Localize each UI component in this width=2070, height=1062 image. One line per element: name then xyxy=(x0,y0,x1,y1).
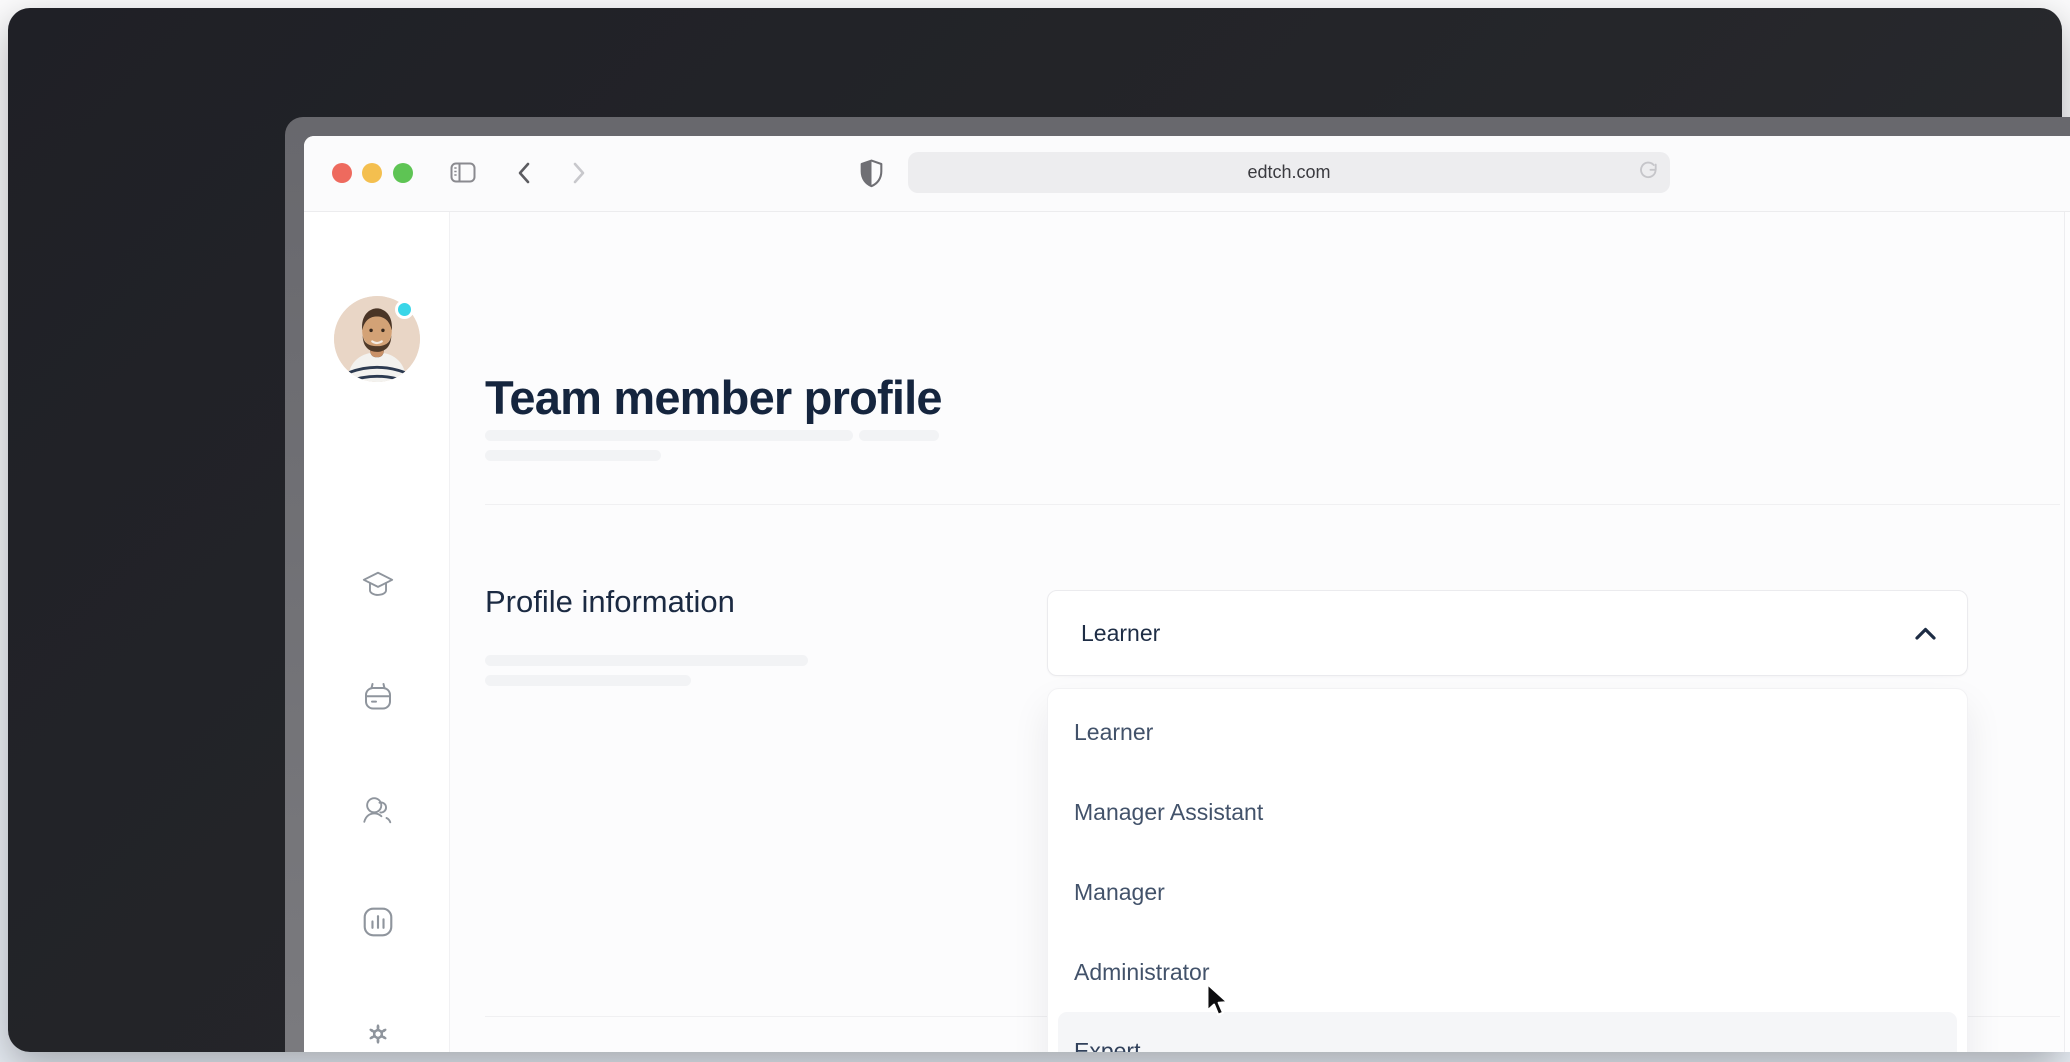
zoom-window-button[interactable] xyxy=(393,163,413,183)
privacy-shield-icon[interactable] xyxy=(858,158,885,189)
sidebar-toggle-icon[interactable] xyxy=(449,161,477,185)
role-option-expert[interactable]: Expert xyxy=(1058,1012,1957,1052)
page-title: Team member profile xyxy=(485,371,942,424)
role-option-manager[interactable]: Manager xyxy=(1048,852,1967,932)
url-address-bar[interactable]: edtch.com xyxy=(908,152,1670,193)
role-dropdown-menu: Learner Manager Assistant Manager Admini… xyxy=(1047,688,1968,1052)
sidebar-item-education-icon[interactable] xyxy=(361,568,395,602)
browser-window: edtch.com Team member profile Profile in… xyxy=(285,117,2070,1052)
skeleton-bar xyxy=(485,675,691,686)
url-text: edtch.com xyxy=(1247,162,1331,182)
back-button-icon[interactable] xyxy=(512,160,538,186)
reload-icon[interactable] xyxy=(1636,160,1661,185)
sidebar-item-settings-icon[interactable] xyxy=(361,1017,395,1051)
sidebar-item-stats-icon[interactable] xyxy=(361,905,395,939)
right-panel-edge xyxy=(2064,212,2070,1052)
online-status-dot xyxy=(395,300,414,319)
section-divider xyxy=(485,504,2060,505)
screenshot-canvas: edtch.com Team member profile Profile in… xyxy=(0,0,2070,1062)
forward-button-icon[interactable] xyxy=(565,160,591,186)
cursor-pointer xyxy=(1206,983,1229,1016)
role-option-manager-assistant[interactable]: Manager Assistant xyxy=(1048,772,1967,852)
browser-toolbar: edtch.com xyxy=(304,136,2070,212)
role-select-value: Learner xyxy=(1081,619,1161,646)
browser-window-inner: edtch.com Team member profile Profile in… xyxy=(304,136,2070,1052)
sidebar-item-calendar-icon[interactable] xyxy=(361,680,395,714)
close-window-button[interactable] xyxy=(332,163,352,183)
section-title: Profile information xyxy=(485,584,735,619)
minimize-window-button[interactable] xyxy=(362,163,382,183)
web-page: Team member profile Profile information … xyxy=(304,212,2070,1052)
skeleton-bar xyxy=(485,655,808,666)
skeleton-bar xyxy=(485,430,853,441)
sidebar-item-team-icon[interactable] xyxy=(361,793,395,827)
skeleton-bar xyxy=(485,450,661,461)
role-option-learner[interactable]: Learner xyxy=(1048,692,1967,772)
skeleton-bar xyxy=(859,430,939,441)
role-select[interactable]: Learner xyxy=(1047,590,1968,676)
role-option-administrator[interactable]: Administrator xyxy=(1048,932,1967,1012)
app-sidebar xyxy=(304,212,450,1052)
chevron-up-icon xyxy=(1915,627,1936,640)
